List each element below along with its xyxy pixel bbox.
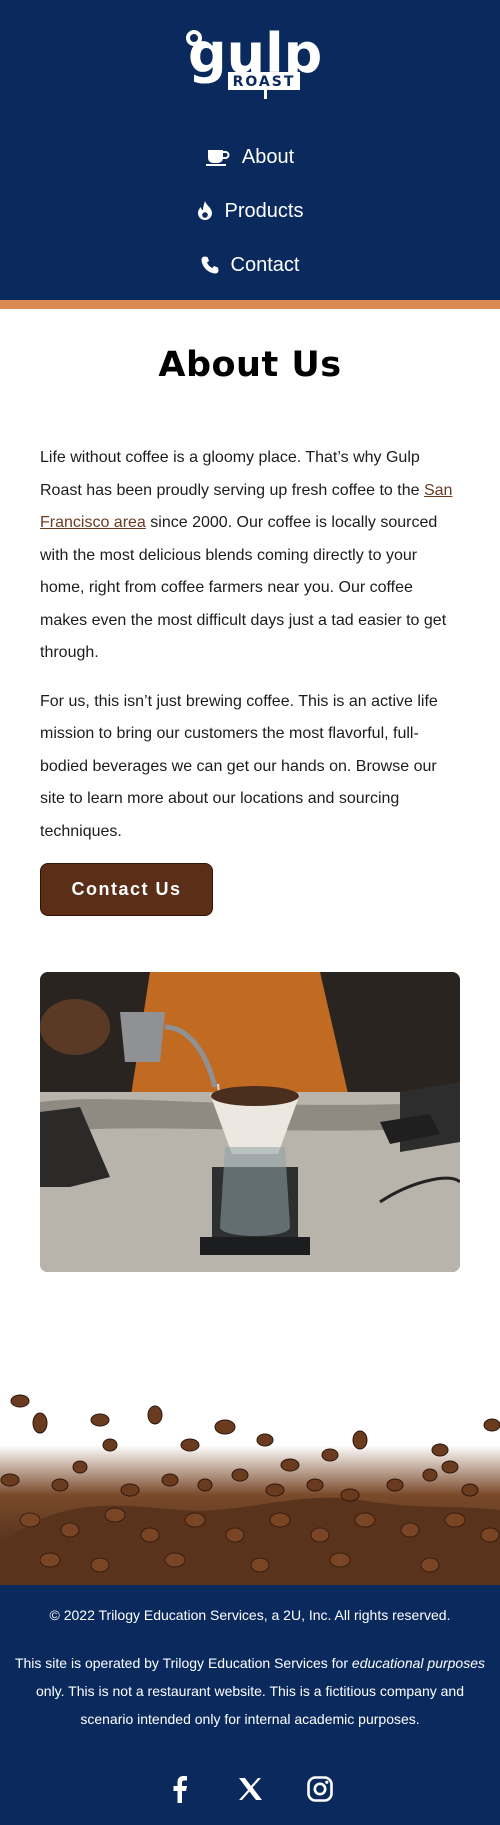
nav-label-contact: Contact xyxy=(230,253,300,276)
gulp-roast-logo[interactable]: gulp ROAST xyxy=(180,14,320,104)
about-paragraph-2: For us, this isn’t just brewing coffee. … xyxy=(40,692,438,840)
site-footer: © 2022 Trilogy Education Services, a 2U,… xyxy=(0,1585,500,1825)
disclaimer-start: This site is operated by Trilogy Educati… xyxy=(14,1655,352,1671)
coffee-beans-border xyxy=(0,1385,500,1585)
disclaimer-end: only. This is not a restaurant website. … xyxy=(36,1683,464,1727)
nav-item-about[interactable]: About xyxy=(0,130,500,184)
disclaimer-emphasis: educational purposes xyxy=(351,1655,486,1671)
disclaimer-text: This site is operated by Trilogy Educati… xyxy=(12,1649,488,1733)
main-nav: About Products Contact xyxy=(0,130,500,292)
fire-icon xyxy=(197,201,212,220)
contact-us-button[interactable]: Contact Us xyxy=(40,863,213,916)
about-paragraph-1: Life without coffee is a gloomy place. T… xyxy=(40,442,460,670)
site-header: gulp ROAST About Products Contact xyxy=(0,0,500,309)
nav-item-contact[interactable]: Contact xyxy=(0,238,500,292)
nav-label-products: Products xyxy=(224,199,304,222)
about-p1-end: since 2000. Our coffee is locally source… xyxy=(40,514,447,661)
x-icon[interactable] xyxy=(236,1775,264,1803)
copyright-text: © 2022 Trilogy Education Services, a 2U,… xyxy=(49,1607,451,1623)
social-links xyxy=(0,1775,500,1803)
nav-item-products[interactable]: Products xyxy=(0,184,500,238)
nav-label-about: About xyxy=(241,145,295,168)
instagram-icon[interactable] xyxy=(306,1775,334,1803)
about-section: About Us Life without coffee is a gloomy… xyxy=(0,309,500,1272)
about-p1-start: Life without coffee is a gloomy place. T… xyxy=(40,449,424,499)
phone-icon xyxy=(201,256,219,274)
page-title: About Us xyxy=(158,345,342,385)
coffee-cup-icon xyxy=(205,150,230,166)
pour-over-coffee-photo xyxy=(40,972,460,1272)
facebook-icon[interactable] xyxy=(166,1775,194,1803)
logo-subtitle: ROAST xyxy=(233,74,296,90)
